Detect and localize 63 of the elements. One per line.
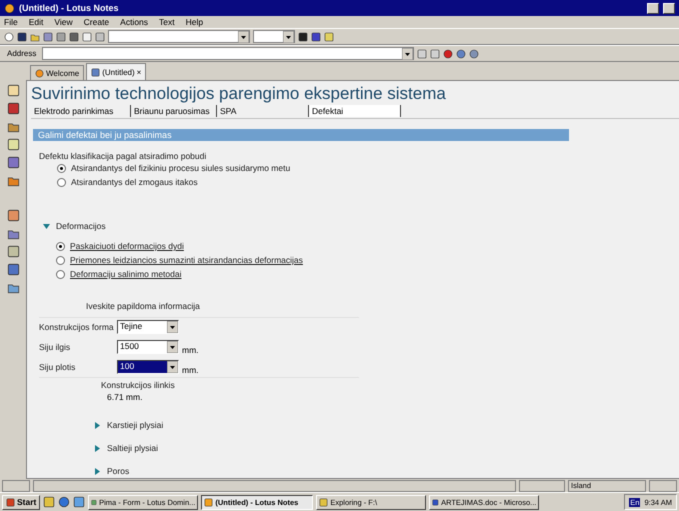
section-label[interactable]: Saltieji plysiai	[107, 443, 158, 453]
page-tab[interactable]: Defektai	[309, 105, 401, 117]
field-label: Siju ilgis	[39, 342, 72, 352]
unit-label: mm.	[182, 365, 199, 375]
field-label: Siju plotis	[39, 362, 76, 372]
page-tab[interactable]: Elektrodo parinkimas	[31, 105, 131, 117]
dropdown-arrow-icon[interactable]	[238, 31, 249, 43]
field-label: Konstrukcijos forma	[39, 322, 115, 332]
dropdown-arrow-icon[interactable]	[167, 321, 178, 333]
menu-item[interactable]: Edit	[28, 17, 44, 27]
twisty-icon[interactable]	[94, 444, 101, 452]
address-label: Address	[6, 49, 38, 58]
section-header: Galimi defektai bei ju pasalinimas	[33, 129, 569, 141]
menu-item[interactable]: Actions	[120, 17, 148, 27]
result-label: Konstrukcijos ilinkis	[101, 380, 175, 390]
dropdown-arrow-icon[interactable]	[167, 341, 178, 353]
window-title: (Untitled) - Lotus Notes	[19, 3, 120, 13]
radio-button[interactable]	[56, 256, 65, 264]
option-link[interactable]: Priemones leidziancios sumazinti atsirandancias deformacijas	[70, 255, 303, 265]
option-label: Atsirandantys del zmogaus itakos	[71, 177, 198, 187]
page-title: Suvirinimo technologijos parengimo ekspertine sistema	[31, 84, 447, 104]
twisty-icon[interactable]	[94, 468, 101, 474]
select-field[interactable]: 100	[117, 360, 179, 374]
select-field[interactable]: Tejine	[117, 320, 179, 334]
status-box[interactable]	[519, 480, 565, 492]
option-link[interactable]: Deformaciju salinimo metodai	[70, 269, 182, 279]
dropdown-arrow-icon[interactable]	[283, 31, 294, 43]
unit-label: mm.	[182, 345, 199, 355]
form-heading: Iveskite papildoma informacija	[86, 301, 201, 311]
radio-button[interactable]	[57, 164, 66, 172]
select-field[interactable]: 1500	[117, 340, 179, 354]
status-box[interactable]	[649, 480, 677, 492]
menu-item[interactable]: File	[4, 17, 18, 27]
menu-item[interactable]: Text	[159, 17, 175, 27]
font-field[interactable]	[108, 30, 250, 43]
page-tab[interactable]: Briaunu paruosimas	[131, 105, 217, 117]
option-link[interactable]: Paskaiciuoti deformacijos dydi	[70, 241, 184, 251]
start-button[interactable]: Start	[2, 494, 40, 510]
twisty-icon[interactable]	[94, 422, 101, 428]
document-tab[interactable]: (Untitled) ×	[86, 63, 146, 80]
section-label[interactable]: Karstieji plysiai	[107, 420, 164, 430]
notes-logo-icon[interactable]	[4, 2, 15, 14]
radio-button[interactable]	[57, 178, 66, 186]
menu-item[interactable]: Create	[84, 17, 110, 27]
question-label: Defektu klasifikacija pagal atsiradimo pobudi	[39, 151, 208, 161]
option-label: Atsirandantys del fizikiniu procesu siules susidarymo metu	[71, 163, 290, 173]
close-icon[interactable]: ×	[136, 68, 142, 76]
section-label[interactable]: Deformacijos	[56, 221, 106, 231]
dropdown-arrow-icon[interactable]	[167, 361, 178, 373]
twisty-icon[interactable]	[43, 222, 50, 230]
menu-item[interactable]: View	[54, 17, 73, 27]
circle-icon[interactable]	[4, 32, 14, 42]
maximize-button[interactable]	[663, 2, 675, 14]
size-field[interactable]	[253, 30, 295, 43]
radio-button[interactable]	[56, 270, 65, 278]
dropdown-arrow-icon[interactable]	[402, 48, 414, 60]
radio-button[interactable]	[56, 242, 65, 250]
document-tab[interactable]: Welcome	[30, 65, 84, 80]
result-value: 6.71 mm.	[107, 392, 142, 402]
menu-item[interactable]: Help	[186, 17, 204, 27]
address-field[interactable]	[42, 47, 414, 60]
section-label[interactable]: Poros	[107, 466, 130, 476]
minimize-button[interactable]	[647, 2, 659, 14]
